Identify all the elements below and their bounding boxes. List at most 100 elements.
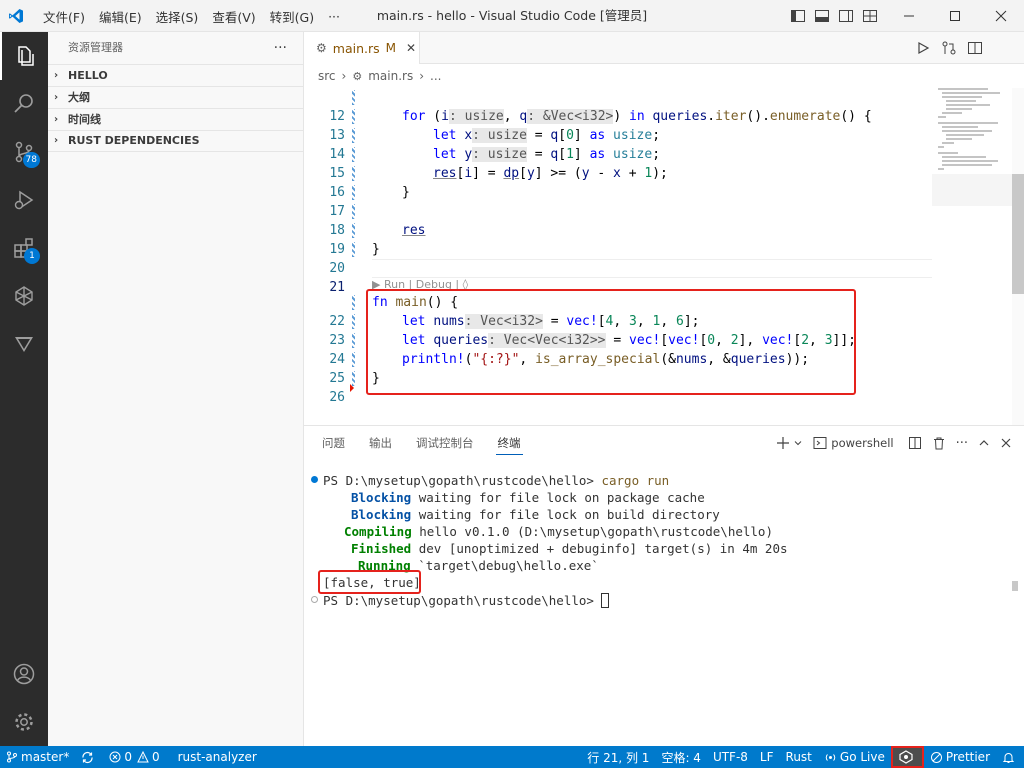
menu-view[interactable]: 查看(V) xyxy=(205,7,262,26)
modified-indicator: M xyxy=(385,41,396,55)
code-text: } xyxy=(372,242,380,257)
code-line: 16 res[i] = dp[y] >= (y - x + 1); xyxy=(329,166,668,200)
more-actions-icon[interactable]: ··· xyxy=(274,32,287,64)
sidebar-header: 资源管理器 ··· xyxy=(48,32,303,64)
chevron-right-icon: › xyxy=(54,69,59,81)
toggle-primary-sidebar-icon[interactable] xyxy=(786,0,810,32)
menu-file[interactable]: 文件(F) xyxy=(36,7,92,26)
run-debug-icon[interactable] xyxy=(0,176,48,224)
title-bar: 文件(F) 编辑(E) 选择(S) 查看(V) 转到(G) ··· main.r… xyxy=(0,0,1024,32)
run-icon[interactable] xyxy=(910,32,936,64)
explorer-icon[interactable] xyxy=(0,32,48,80)
highlight-output xyxy=(318,570,421,594)
problems-indicator[interactable]: 0 0 xyxy=(103,746,165,768)
breadcrumb-folder[interactable]: src xyxy=(318,69,336,83)
source-control-icon[interactable]: 78 xyxy=(0,128,48,176)
tab-terminal[interactable]: 终端 xyxy=(495,426,523,460)
encoding[interactable]: UTF-8 xyxy=(707,746,754,768)
window-controls xyxy=(886,0,1024,32)
trash-icon[interactable] xyxy=(932,436,946,450)
tab-output[interactable]: 输出 xyxy=(369,426,392,460)
terminal-view[interactable]: PS D:\mysetup\gopath\rustcode\hello> car… xyxy=(304,470,1012,740)
settings-gear-icon[interactable] xyxy=(0,698,48,746)
close-window-icon[interactable] xyxy=(978,0,1024,32)
git-modified-gutter xyxy=(352,295,355,310)
chevron-down-icon[interactable] xyxy=(793,438,803,448)
more-actions-icon[interactable]: ··· xyxy=(956,436,968,451)
git-modified-gutter xyxy=(352,242,355,257)
tab-debug-console[interactable]: 调试控制台 xyxy=(416,426,474,460)
menu-go[interactable]: 转到(G) xyxy=(263,7,321,26)
breadcrumb-separator: › xyxy=(341,69,347,83)
panel-tabs: 问题 输出 调试控制台 终端 xyxy=(304,426,545,460)
maximize-panel-icon[interactable] xyxy=(978,437,990,449)
toggle-panel-icon[interactable] xyxy=(810,0,834,32)
account-icon[interactable] xyxy=(0,650,48,698)
breadcrumb-file[interactable]: main.rs xyxy=(368,69,413,83)
code-line: 19 res xyxy=(329,223,426,257)
code-line: 20 } xyxy=(329,242,380,276)
extensions-badge: 1 xyxy=(24,248,40,264)
tab-main-rs[interactable]: ⚙ main.rs M ✕ xyxy=(304,32,420,64)
cursor-position[interactable]: 行 21, 列 1 xyxy=(581,746,655,768)
go-live-button[interactable]: Go Live xyxy=(818,746,891,768)
prettier-status[interactable]: Prettier xyxy=(924,746,996,768)
extensions-icon[interactable]: 1 xyxy=(0,224,48,272)
search-icon[interactable] xyxy=(0,80,48,128)
customize-layout-icon[interactable] xyxy=(858,0,882,32)
section-label: 时间线 xyxy=(68,112,101,126)
tab-problems[interactable]: 问题 xyxy=(322,426,345,460)
section-outline[interactable]: › 大纲 xyxy=(48,86,303,108)
code-text: res[i] = dp[y] >= (y - x + 1); xyxy=(433,166,668,181)
rust-analyzer-icon[interactable] xyxy=(890,746,924,768)
split-terminal-icon[interactable] xyxy=(908,436,922,450)
split-editor-icon[interactable] xyxy=(962,32,988,64)
highlight-main-function xyxy=(366,289,856,395)
explorer-sidebar: 资源管理器 ··· › HELLO › 大纲 › 时间线 › RUST DEPE… xyxy=(48,32,304,746)
git-modified-gutter xyxy=(352,204,355,219)
rust-analyzer-status[interactable]: rust-analyzer xyxy=(172,746,263,768)
git-modified-gutter xyxy=(352,314,355,329)
close-tab-icon[interactable]: ✕ xyxy=(406,41,416,55)
menu-selection[interactable]: 选择(S) xyxy=(149,7,206,26)
terminal-line: Finished dev [unoptimized + debuginfo] t… xyxy=(351,541,788,556)
scrollbar-thumb[interactable] xyxy=(1012,174,1024,294)
chevron-right-icon: › xyxy=(54,135,59,146)
menu-more[interactable]: ··· xyxy=(321,9,347,24)
editor-scrollbar[interactable] xyxy=(1012,88,1024,425)
terminal-profile[interactable]: powershell xyxy=(813,436,894,450)
remote-explorer-icon[interactable] xyxy=(0,272,48,320)
open-changes-icon[interactable] xyxy=(936,32,962,64)
minimize-icon[interactable] xyxy=(886,0,932,32)
minimap[interactable] xyxy=(932,88,1012,425)
vscode-logo-icon xyxy=(9,9,23,23)
branch-indicator[interactable]: master* xyxy=(0,746,75,768)
terminal-line: PS D:\mysetup\gopath\rustcode\hello> car… xyxy=(323,473,670,488)
indentation[interactable]: 空格: 4 xyxy=(655,746,707,768)
rust-file-icon: ⚙ xyxy=(352,69,363,83)
shell-name: powershell xyxy=(831,436,894,450)
maximize-icon[interactable] xyxy=(932,0,978,32)
terminal-line: Blocking waiting for file lock on build … xyxy=(351,507,720,522)
terminal-scrollbar[interactable] xyxy=(1012,581,1018,591)
new-terminal-icon[interactable] xyxy=(776,436,790,450)
sync-icon[interactable] xyxy=(75,746,103,768)
line-ending[interactable]: LF xyxy=(754,746,780,768)
section-hello[interactable]: › HELLO xyxy=(48,64,303,86)
code-editor[interactable]: 12 13 for (i: usize, q: &Vec<i32>) in qu… xyxy=(304,88,1024,425)
language-mode[interactable]: Rust xyxy=(780,746,818,768)
chevron-right-icon: › xyxy=(54,113,59,125)
menu-edit[interactable]: 编辑(E) xyxy=(92,7,149,26)
section-timeline[interactable]: › 时间线 xyxy=(48,108,303,130)
notifications-bell-icon[interactable] xyxy=(996,746,1024,768)
section-rust-dependencies[interactable]: › RUST DEPENDENCIES xyxy=(48,130,303,152)
breadcrumb-tail[interactable]: ... xyxy=(430,69,441,83)
git-modified-gutter xyxy=(352,185,355,200)
command-success-dot xyxy=(311,476,318,483)
testing-icon[interactable] xyxy=(0,320,48,368)
toggle-secondary-sidebar-icon[interactable] xyxy=(834,0,858,32)
section-label: RUST DEPENDENCIES xyxy=(68,134,200,147)
close-panel-icon[interactable] xyxy=(1000,437,1012,449)
layout-controls xyxy=(786,0,882,32)
git-modified-gutter xyxy=(352,109,355,124)
